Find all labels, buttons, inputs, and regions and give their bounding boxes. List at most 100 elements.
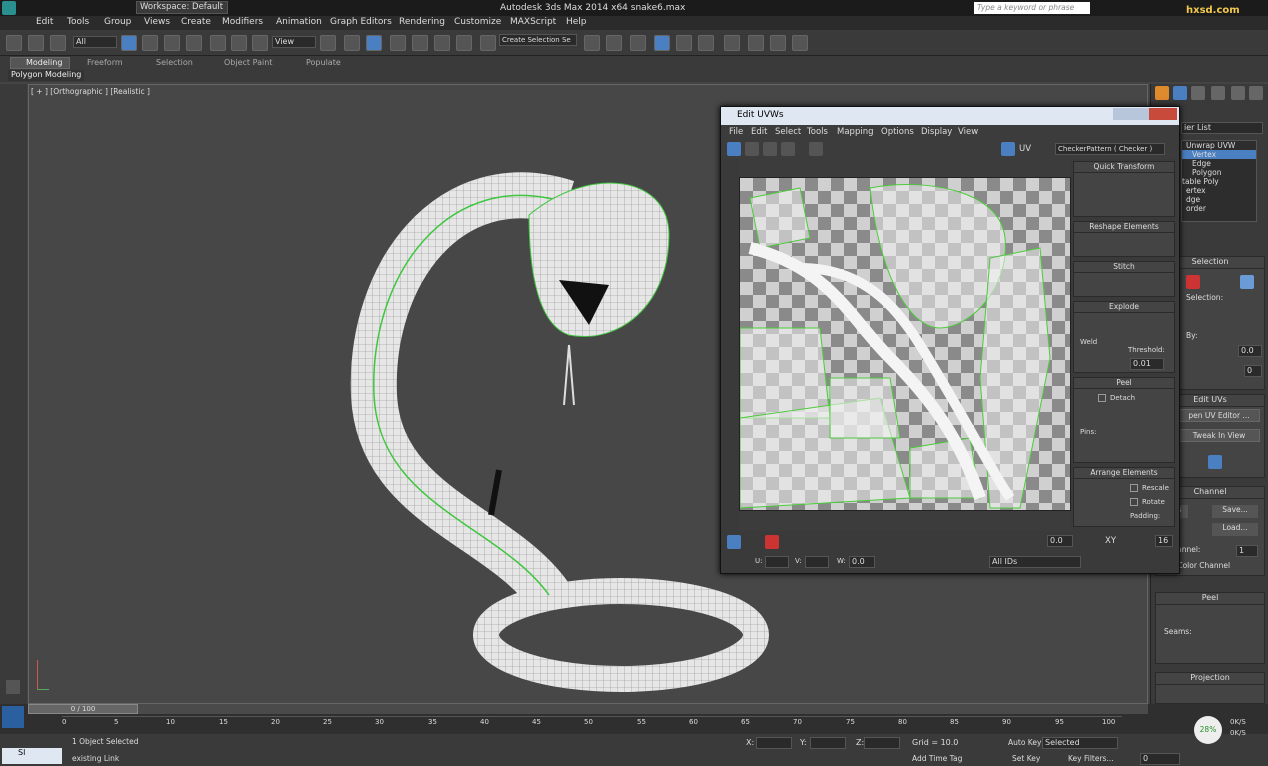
utilities-tab-icon[interactable] [1249,86,1263,100]
menu-edit[interactable]: Edit [36,17,53,27]
vertex-select-icon[interactable] [727,535,741,549]
create-tab-icon[interactable] [1155,86,1169,100]
map-dropdown[interactable]: CheckerPattern ( Checker ) [1055,143,1165,155]
detach-checkbox[interactable] [1098,394,1106,402]
add-time-tag-button[interactable]: Add Time Tag [912,754,962,763]
load-button[interactable]: Load... [1212,523,1258,536]
stack-item[interactable]: Edge [1182,159,1256,168]
polygon-modeling-panel[interactable]: Polygon Modeling [8,70,84,81]
menu-group[interactable]: Group [104,17,131,27]
rectangular-selection-icon[interactable] [164,35,180,51]
display-tab-icon[interactable] [1231,86,1245,100]
xy-toggle[interactable]: XY [1105,536,1116,546]
rendered-frame-icon[interactable] [770,35,786,51]
move-icon[interactable] [210,35,226,51]
mirror-icon[interactable] [584,35,600,51]
maximize-icon[interactable] [1131,108,1149,120]
menu-rendering[interactable]: Rendering [399,17,445,27]
x-coord-field[interactable] [756,737,792,749]
app-logo-icon[interactable] [2,1,16,15]
uv-checker-icon[interactable] [1001,142,1015,156]
w-field[interactable]: 0.0 [849,556,875,568]
menu-tools[interactable]: Tools [67,17,89,27]
stack-item[interactable]: table Poly [1182,177,1256,186]
auto-key-button[interactable]: Auto Key [1008,738,1041,747]
map-channel-field[interactable]: 1 [1236,545,1258,557]
keyboard-shortcut-icon[interactable] [366,35,382,51]
rollout-header[interactable]: Projection [1156,673,1264,685]
scale-icon[interactable] [252,35,268,51]
uv-menu-file[interactable]: File [729,127,743,137]
search-input[interactable]: Type a keyword or phrase [974,2,1090,14]
pivot-icon[interactable] [320,35,336,51]
stack-item[interactable]: dge [1182,195,1256,204]
ids-dropdown[interactable]: All IDs [989,556,1081,568]
by-value2-field[interactable]: 0 [1244,365,1262,377]
menu-customize[interactable]: Customize [454,17,501,27]
material-editor-icon[interactable] [724,35,740,51]
menu-animation[interactable]: Animation [276,17,322,27]
threshold-field[interactable]: 0.01 [1130,358,1164,370]
snaps-icon[interactable] [390,35,406,51]
z-coord-field[interactable] [864,737,900,749]
edit-named-selection-icon[interactable] [480,35,496,51]
maxscript-listener[interactable]: Sl [2,748,62,764]
rollout-header[interactable]: Peel [1156,593,1264,605]
curve-editor-icon[interactable] [676,35,692,51]
named-selection-dropdown[interactable]: Create Selection Se [499,34,577,46]
align-icon[interactable] [606,35,622,51]
time-slider[interactable]: 0 / 100 [28,704,1148,714]
close-icon[interactable] [1149,108,1177,120]
schematic-view-icon[interactable] [698,35,714,51]
uv-menu-select[interactable]: Select [775,127,801,137]
menu-create[interactable]: Create [181,17,211,27]
uv-label[interactable]: UV [1019,144,1031,154]
save-button[interactable]: Save... [1212,505,1258,518]
tab-object-paint[interactable]: Object Paint [224,58,272,67]
select-element-icon[interactable] [1240,275,1254,289]
modify-tab-icon[interactable] [1173,86,1187,100]
menu-views[interactable]: Views [144,17,170,27]
tab-modeling[interactable]: Modeling [26,58,62,67]
render-setup-icon[interactable] [748,35,764,51]
minimize-icon[interactable] [1113,108,1131,120]
window-crossing-icon[interactable] [186,35,202,51]
uv-menu-mapping[interactable]: Mapping [837,127,873,137]
uv-move-icon[interactable] [727,142,741,156]
uv-canvas[interactable] [739,177,1071,511]
mini-curve-icon[interactable] [2,706,24,728]
spinner-snap-icon[interactable] [456,35,472,51]
track-bar[interactable]: 0 5 10 15 20 25 30 35 40 45 50 55 60 65 … [62,716,1122,732]
stack-item[interactable]: Unwrap UVW [1182,141,1256,150]
uv-mirror-icon[interactable] [809,142,823,156]
uv-menu-tools[interactable]: Tools [807,127,828,137]
expand-icon[interactable] [6,680,20,694]
by-value-field[interactable]: 0.0 [1238,345,1262,357]
stack-item[interactable]: order [1182,204,1256,213]
bind-spacewarp-icon[interactable] [50,35,66,51]
y-coord-field[interactable] [810,737,846,749]
stack-item[interactable]: ertex [1182,186,1256,195]
hierarchy-tab-icon[interactable] [1191,86,1205,100]
motion-tab-icon[interactable] [1211,86,1225,100]
render-production-icon[interactable] [792,35,808,51]
tab-selection[interactable]: Selection [156,58,193,67]
graphite-toggle-icon[interactable] [654,35,670,51]
unlink-icon[interactable] [28,35,44,51]
tweak-in-view-button[interactable]: Tweak In View [1178,429,1260,442]
key-mode-dropdown[interactable]: Selected [1042,737,1118,749]
time-slider-thumb[interactable]: 0 / 100 [28,704,138,714]
uv-menu-view[interactable]: View [958,127,978,137]
uv-val1-field[interactable]: 0.0 [1047,535,1073,547]
u-field[interactable] [765,556,789,568]
angle-snap-icon[interactable] [412,35,428,51]
menu-help[interactable]: Help [566,17,587,27]
percent-snap-icon[interactable] [434,35,450,51]
stack-item[interactable]: Polygon [1182,168,1256,177]
modifier-stack[interactable]: Unwrap UVW Vertex Edge Polygon table Pol… [1181,140,1257,222]
rescale-checkbox[interactable] [1130,484,1138,492]
section-header[interactable]: Stitch [1074,262,1174,273]
select-object-icon[interactable] [121,35,137,51]
stack-item-vertex[interactable]: Vertex [1182,150,1256,159]
v-field[interactable] [805,556,829,568]
